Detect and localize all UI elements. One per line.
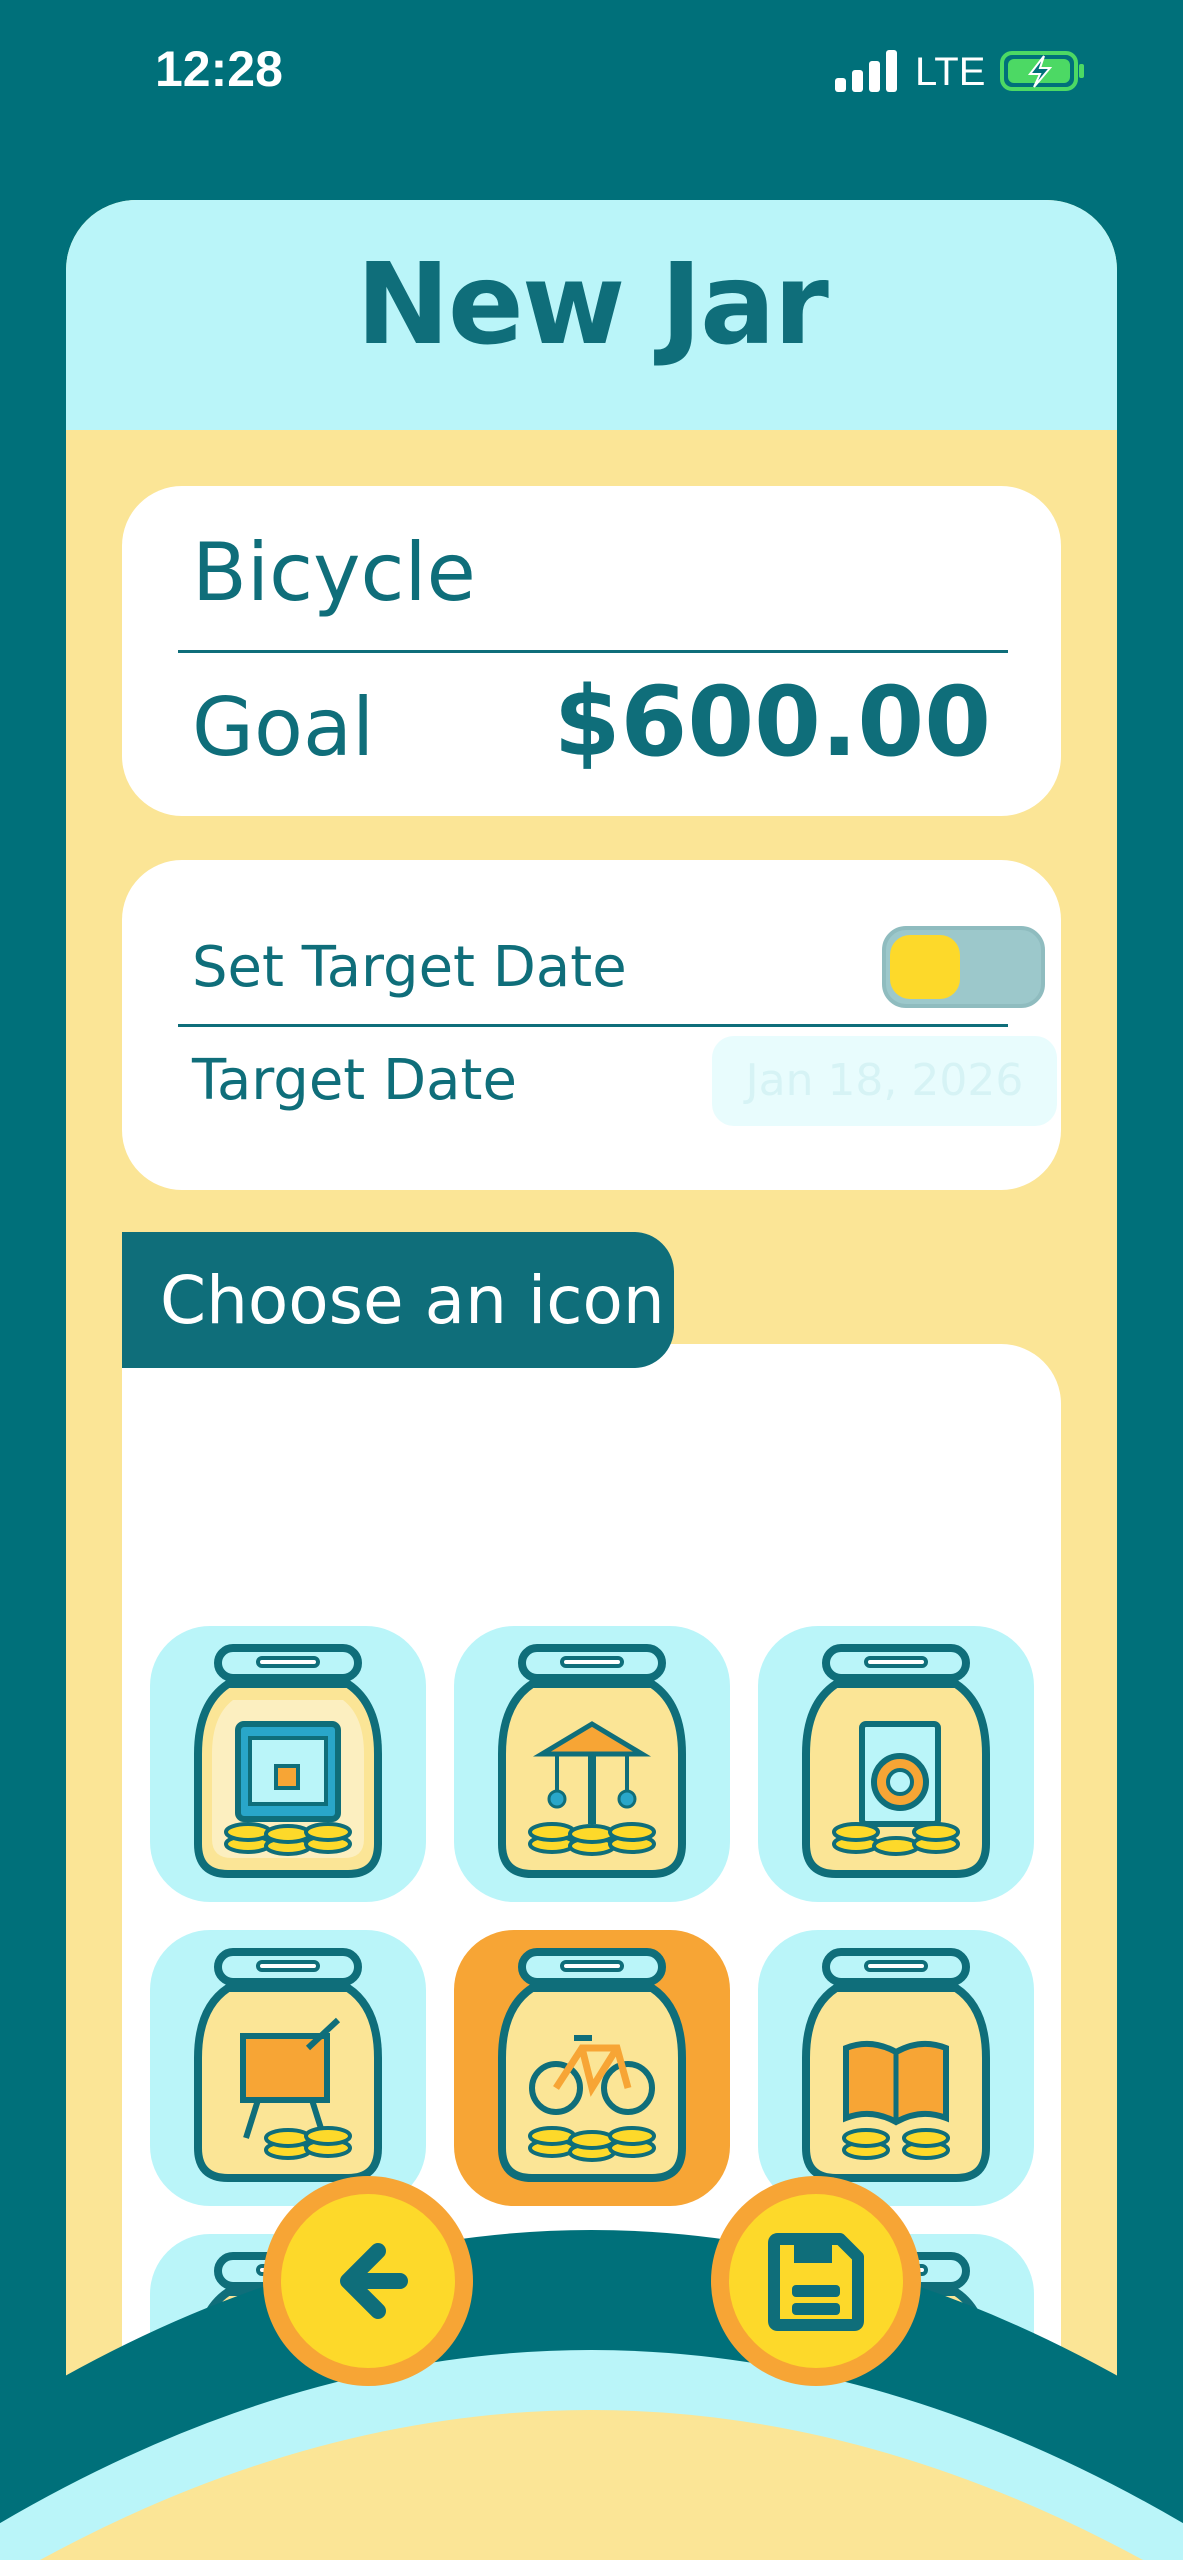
save-button[interactable] [711, 2176, 921, 2386]
signal-icon [835, 50, 897, 92]
status-time: 12:28 [155, 41, 283, 97]
icon-tile-washing-machine[interactable] [758, 1626, 1034, 1902]
jar-name-input[interactable]: Bicycle [192, 526, 476, 619]
tent-icon [498, 2252, 686, 2486]
divider [178, 650, 1008, 653]
page-title: New Jar [356, 240, 829, 370]
target-date-label: Target Date [192, 1048, 517, 1113]
book-icon [802, 1948, 990, 2182]
card-header: New Jar [66, 200, 1117, 430]
choose-icon-tab: Choose an icon [122, 1232, 674, 1368]
carousel-icon [498, 1644, 686, 1878]
arrow-left-icon [340, 2243, 408, 2319]
back-button[interactable] [263, 2176, 473, 2386]
toggle-knob [890, 935, 960, 999]
save-disk-icon [768, 2233, 864, 2331]
3d-printer-icon [194, 1644, 382, 1878]
washing-machine-icon [802, 1644, 990, 1878]
status-bar: 12:28 LTE [0, 0, 1183, 150]
icon-tile-tent[interactable] [454, 2234, 730, 2510]
target-date-panel: Set Target Date Target Date Jan 18, 2026 [122, 860, 1061, 1190]
target-date-field[interactable]: Jan 18, 2026 [712, 1036, 1057, 1126]
network-label: LTE [915, 50, 986, 94]
battery-charging-icon [1000, 51, 1084, 91]
jar-details-panel: Bicycle Goal $600.00 [122, 486, 1061, 816]
icon-tile-carousel[interactable] [454, 1626, 730, 1902]
choose-icon-label: Choose an icon [160, 1262, 665, 1339]
goal-amount-input[interactable]: $600.00 [554, 666, 991, 778]
art-easel-icon [194, 1948, 382, 2182]
bicycle-icon [498, 1948, 686, 2182]
icon-tile-3d-printer[interactable] [150, 1626, 426, 1902]
set-target-date-label: Set Target Date [192, 935, 627, 1000]
icon-tile-art-easel[interactable] [150, 1930, 426, 2206]
goal-label: Goal [192, 681, 375, 774]
icon-grid-panel [122, 1344, 1061, 2560]
new-jar-card: New Jar Bicycle Goal $600.00 Set Target … [66, 200, 1117, 2560]
icon-tile-book[interactable] [758, 1930, 1034, 2206]
divider [178, 1024, 1008, 1027]
icon-tile-bicycle[interactable] [454, 1930, 730, 2206]
target-date-toggle[interactable] [882, 926, 1045, 1008]
